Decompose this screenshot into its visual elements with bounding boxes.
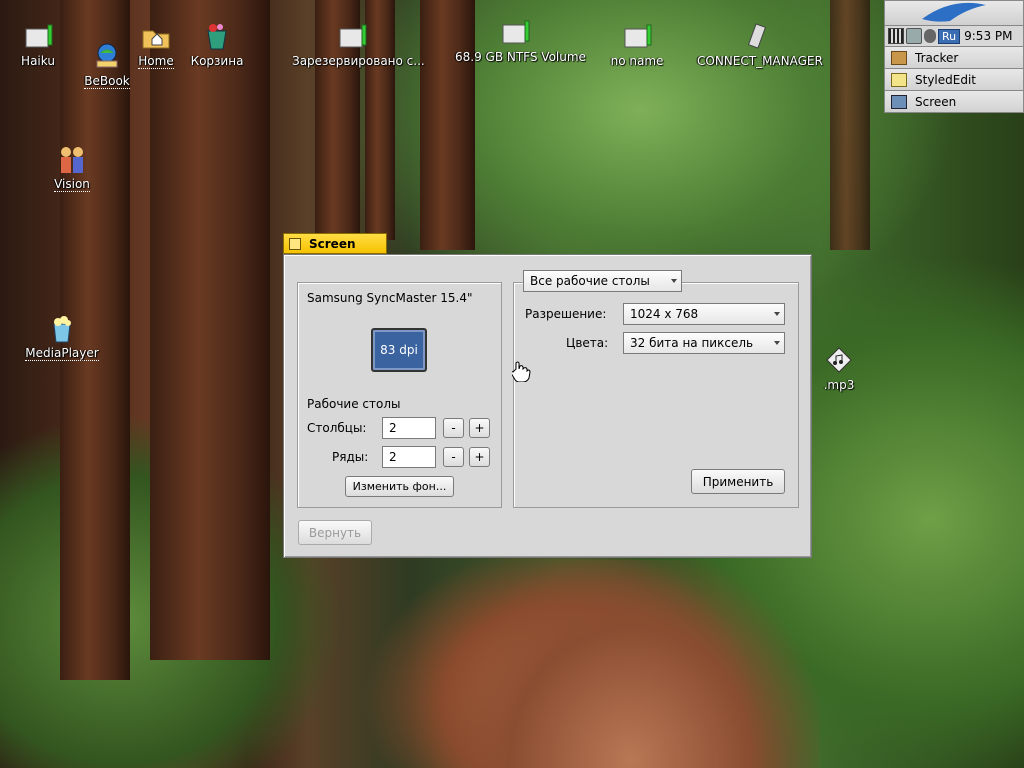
vision-people-icon [56, 143, 88, 175]
monitor-box [297, 282, 502, 508]
deskbar-item-tracker[interactable]: Tracker [884, 47, 1024, 69]
deskbar-tray: Ru 9:53 PM [884, 25, 1024, 47]
disk-icon [22, 20, 54, 52]
close-button[interactable] [289, 237, 301, 250]
deskbar: Ru 9:53 PM Tracker StyledEdit Screen [884, 0, 1024, 113]
resolution-menu[interactable]: 1024 x 768 [623, 303, 785, 325]
deskbar-leaf-menu[interactable] [884, 0, 1024, 25]
deskbar-item-label: Screen [915, 94, 957, 109]
columns-increase-button[interactable]: + [469, 418, 490, 438]
desktop-icon-ntfs-volume[interactable]: 68.9 GB NTFS Volume [455, 16, 586, 64]
usb-drive-icon [741, 20, 773, 52]
columns-decrease-button[interactable]: - [443, 418, 464, 438]
monitor-name: Samsung SyncMaster 15.4" [307, 291, 473, 305]
chevron-down-icon [671, 279, 677, 283]
deskbar-item-screen[interactable]: Screen [884, 91, 1024, 113]
process-status-icon[interactable] [888, 28, 904, 44]
apply-button[interactable]: Применить [691, 469, 785, 494]
workspace-scope-menu[interactable]: Все рабочие столы [523, 270, 682, 292]
hand-cursor-icon [512, 361, 531, 382]
popcorn-icon [46, 312, 78, 344]
rows-label: Ряды: [332, 450, 369, 464]
haiku-leaf-icon [922, 2, 986, 22]
disk-icon [336, 20, 368, 52]
deskbar-item-label: Tracker [915, 50, 959, 65]
monitor-preview: 83 dpi [371, 328, 427, 372]
screen-window: Samsung SyncMaster 15.4" 83 dpi Рабочие … [283, 254, 812, 558]
volume-icon[interactable] [924, 29, 936, 43]
rows-field[interactable]: 2 [382, 446, 436, 468]
tracker-icon [891, 50, 907, 65]
chevron-down-icon [774, 312, 780, 316]
rows-increase-button[interactable]: + [469, 447, 490, 467]
home-folder-icon [140, 20, 172, 52]
music-file-icon [823, 344, 855, 376]
chevron-down-icon [774, 341, 780, 345]
network-icon[interactable] [906, 28, 922, 44]
disk-icon [499, 16, 531, 48]
disk-icon [621, 20, 653, 52]
trash-icon [201, 20, 233, 52]
window-title: Screen [309, 236, 356, 251]
dpi-label: 83 dpi [380, 343, 418, 357]
desktop-icon-mediaplayer[interactable]: MediaPlayer [17, 312, 107, 361]
colors-menu[interactable]: 32 бита на пиксель [623, 332, 785, 354]
colors-label: Цвета: [566, 336, 609, 350]
keyboard-language-indicator[interactable]: Ru [938, 28, 961, 44]
rows-decrease-button[interactable]: - [443, 447, 464, 467]
desktop-icon-no-name[interactable]: no name [592, 20, 682, 68]
dirt-path [400, 560, 820, 768]
window-tab[interactable]: Screen [283, 233, 387, 254]
desktop-icon-trash[interactable]: Корзина [172, 20, 262, 68]
deskbar-item-stylededit[interactable]: StyledEdit [884, 69, 1024, 91]
deskbar-item-label: StyledEdit [915, 72, 976, 87]
styled-edit-icon [891, 72, 907, 87]
revert-button[interactable]: Вернуть [298, 520, 372, 545]
resolution-label: Разрешение: [525, 307, 607, 321]
workspaces-heading: Рабочие столы [307, 397, 401, 411]
columns-label: Столбцы: [307, 421, 367, 435]
tree-trunk [150, 0, 270, 660]
tree-trunk [830, 0, 870, 250]
change-background-button[interactable]: Изменить фон... [345, 476, 454, 497]
desktop-icon-reserved[interactable]: Зарезервировано с... [292, 20, 425, 68]
clock[interactable]: 9:53 PM [964, 29, 1012, 43]
screen-icon [891, 94, 907, 109]
desktop-icon-connect-manager[interactable]: CONNECT_MANAGER [697, 20, 823, 68]
columns-field[interactable]: 2 [382, 417, 436, 439]
desktop-icon-vision[interactable]: Vision [27, 143, 117, 192]
